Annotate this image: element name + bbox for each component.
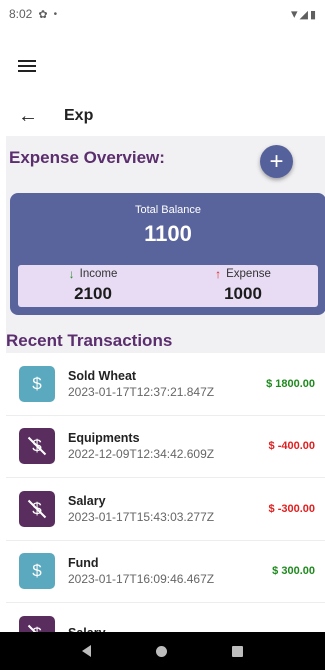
- sub-header: ← Exp: [0, 92, 325, 140]
- page-title: Exp: [64, 107, 94, 124]
- transaction-text: Sold Wheat 2023-01-17T12:37:21.847Z: [68, 369, 214, 399]
- nav-recents-icon[interactable]: [231, 645, 243, 657]
- overview-header: Expense Overview: +: [6, 136, 325, 192]
- transaction-name: Sold Wheat: [68, 368, 137, 383]
- status-left: 8:02 ✿ •: [9, 7, 57, 21]
- transaction-amount: $ -300.00: [268, 502, 315, 515]
- income-label-row: ↓ Income: [69, 267, 118, 281]
- transaction-date: 2023-01-17T15:43:03.277Z: [68, 509, 215, 524]
- system-nav-bar: [0, 632, 325, 670]
- transaction-row[interactable]: $ Fund 2023-01-17T16:09:46.467Z $ 300.00: [6, 541, 325, 603]
- expense-value: 1000: [224, 284, 262, 303]
- transaction-list: $ Sold Wheat 2023-01-17T12:37:21.847Z $ 180…: [6, 353, 325, 632]
- status-right: ▾ ◢ ▮: [291, 6, 316, 22]
- transaction-amount: $ 1800.00: [266, 377, 315, 390]
- transaction-amount: $ 300.00: [272, 565, 315, 578]
- back-arrow-icon[interactable]: ←: [18, 106, 46, 126]
- transaction-date: 2023-01-17T12:37:21.847Z: [68, 384, 215, 399]
- transaction-name: Equipments: [68, 431, 140, 446]
- hamburger-icon[interactable]: [18, 60, 36, 72]
- transaction-date: 2023-01-17T16:09:46.467Z: [68, 572, 215, 587]
- income-value: 2100: [74, 284, 112, 303]
- balance-card: Total Balance 1100 ↓ Income 2100 ↑ Expen…: [10, 193, 325, 315]
- transaction-amount: $ -400.00: [268, 440, 315, 453]
- income-label: Income: [79, 268, 118, 280]
- clock: 8:02: [9, 7, 33, 21]
- money-off-icon: $: [19, 428, 55, 465]
- settings-notification-icon: ✿: [38, 8, 48, 21]
- nav-home-icon[interactable]: [155, 645, 167, 657]
- transaction-row[interactable]: $ Sold Wheat 2023-01-17T12:37:21.847Z $ 180…: [6, 353, 325, 416]
- arrow-down-icon: ↓: [68, 267, 75, 281]
- money-off-icon: $: [19, 490, 55, 527]
- nav-back-icon[interactable]: [82, 645, 92, 657]
- transaction-row[interactable]: $ Equipments2022-12-09T12:34:42.609Z $ -40…: [6, 416, 325, 478]
- transaction-row[interactable]: $ Salary2023-01-17T15:43:03.277Z $ -300.00: [6, 478, 325, 541]
- expense-label: Expense: [226, 268, 271, 280]
- notification-dot-icon: •: [53, 8, 58, 20]
- transaction-name: Salary: [68, 493, 106, 508]
- status-bar: 8:02 ✿ • ▾ ◢ ▮: [0, 0, 325, 28]
- main-content: Expense Overview: + Total Balance 1100 ↓…: [6, 136, 325, 632]
- battery-icon: ▮: [309, 8, 316, 21]
- total-balance-value: 1100: [144, 221, 192, 246]
- transaction-row[interactable]: $Salary: [6, 603, 325, 632]
- expense-stat: ↑ Expense 1000: [168, 265, 318, 307]
- transaction-text: Equipments 2022-12-09T12:34:42.609Z: [68, 431, 214, 461]
- arrow-up-icon: ↑: [215, 267, 222, 281]
- income-stat: ↓ Income 2100: [18, 265, 168, 307]
- total-balance-label: Total Balance: [134, 204, 202, 216]
- transaction-name: Fund: [68, 556, 99, 571]
- income-expense-box: ↓ Income 2100 ↑ Expense 1000: [18, 265, 318, 307]
- transaction-text: Fund 2023-01-17T16:09:46.467Z: [68, 556, 214, 586]
- plus-icon: +: [269, 147, 284, 175]
- transaction-text: Salary 2023-01-17T15:43:03.277Z: [68, 494, 214, 524]
- transaction-date: 2022-12-09T12:34:42.609Z: [68, 447, 215, 462]
- wifi-icon: ▾: [290, 6, 298, 21]
- expense-label-row: ↑ Expense: [215, 267, 271, 281]
- add-transaction-button[interactable]: +: [260, 145, 293, 178]
- overview-title: Expense Overview:: [9, 148, 165, 167]
- recent-transactions-title: Recent Transactions: [6, 331, 173, 350]
- dollar-glyph: $: [32, 373, 42, 393]
- dollar-glyph: $: [32, 561, 42, 581]
- app-bar: [0, 40, 325, 92]
- dollar-icon: $: [19, 553, 55, 590]
- dollar-icon: $: [19, 365, 55, 402]
- money-off-icon: $: [19, 615, 55, 632]
- signal-icon: ◢: [299, 8, 308, 21]
